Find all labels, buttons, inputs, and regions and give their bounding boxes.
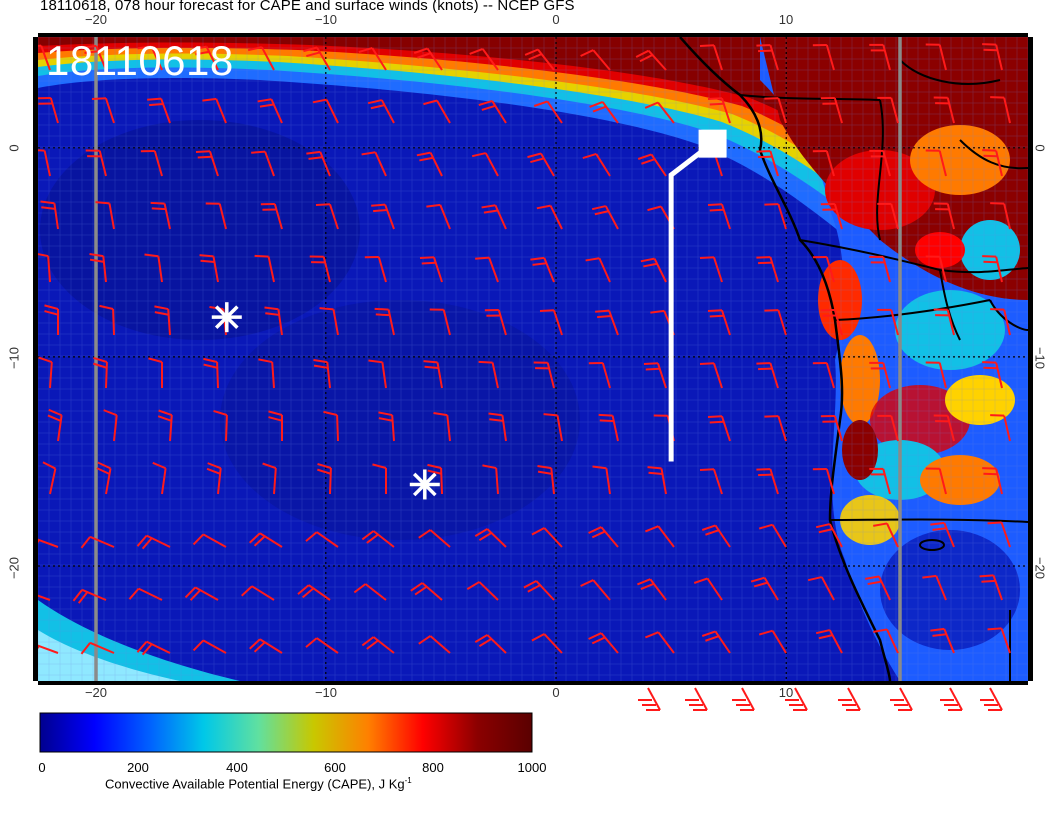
lat-tick-right: −20 xyxy=(1032,556,1048,580)
lon-tick-top: −10 xyxy=(314,12,338,27)
wind-barb xyxy=(732,687,755,711)
lat-tick-left: 0 xyxy=(6,144,22,152)
wind-barb xyxy=(940,687,963,711)
track-end-marker xyxy=(698,129,727,158)
colorbar-tick: 600 xyxy=(324,760,346,775)
lon-tick-bottom: −20 xyxy=(84,685,108,700)
lat-tick-right: −10 xyxy=(1032,346,1048,370)
colorbar-tick: 0 xyxy=(38,760,46,775)
lon-tick-top: 0 xyxy=(552,12,560,27)
lon-tick-top: −20 xyxy=(84,12,108,27)
datetime-stamp: 18110618 xyxy=(46,37,234,84)
wind-barb xyxy=(638,687,661,711)
colorbar-tick: 400 xyxy=(226,760,248,775)
colorbar xyxy=(39,712,533,753)
colorbar-tick: 1000 xyxy=(517,760,547,775)
colorbar-label: Convective Available Potential Energy (C… xyxy=(105,776,412,792)
wind-barb xyxy=(685,687,708,711)
lon-tick-bottom: −10 xyxy=(314,685,338,700)
cape-map[interactable] xyxy=(0,0,1056,816)
map-frame-bottom xyxy=(38,681,1028,685)
lat-tick-left: −10 xyxy=(6,346,22,370)
wind-barb xyxy=(838,687,861,711)
lon-tick-top: 10 xyxy=(778,12,794,27)
wind-barb xyxy=(980,687,1003,711)
map-frame-left xyxy=(33,37,38,681)
colorbar-tick: 800 xyxy=(422,760,444,775)
asterisk-marker xyxy=(211,302,242,333)
wind-barbs-below-frame xyxy=(638,687,1003,711)
wind-barb xyxy=(890,687,913,711)
map-field xyxy=(38,37,1028,681)
lat-tick-right: 0 xyxy=(1032,144,1048,152)
asterisk-marker xyxy=(409,469,440,500)
lon-tick-bottom: 10 xyxy=(778,685,794,700)
lon-tick-bottom: 0 xyxy=(552,685,560,700)
colorbar-tick: 200 xyxy=(127,760,149,775)
lat-tick-left: −20 xyxy=(6,556,22,580)
